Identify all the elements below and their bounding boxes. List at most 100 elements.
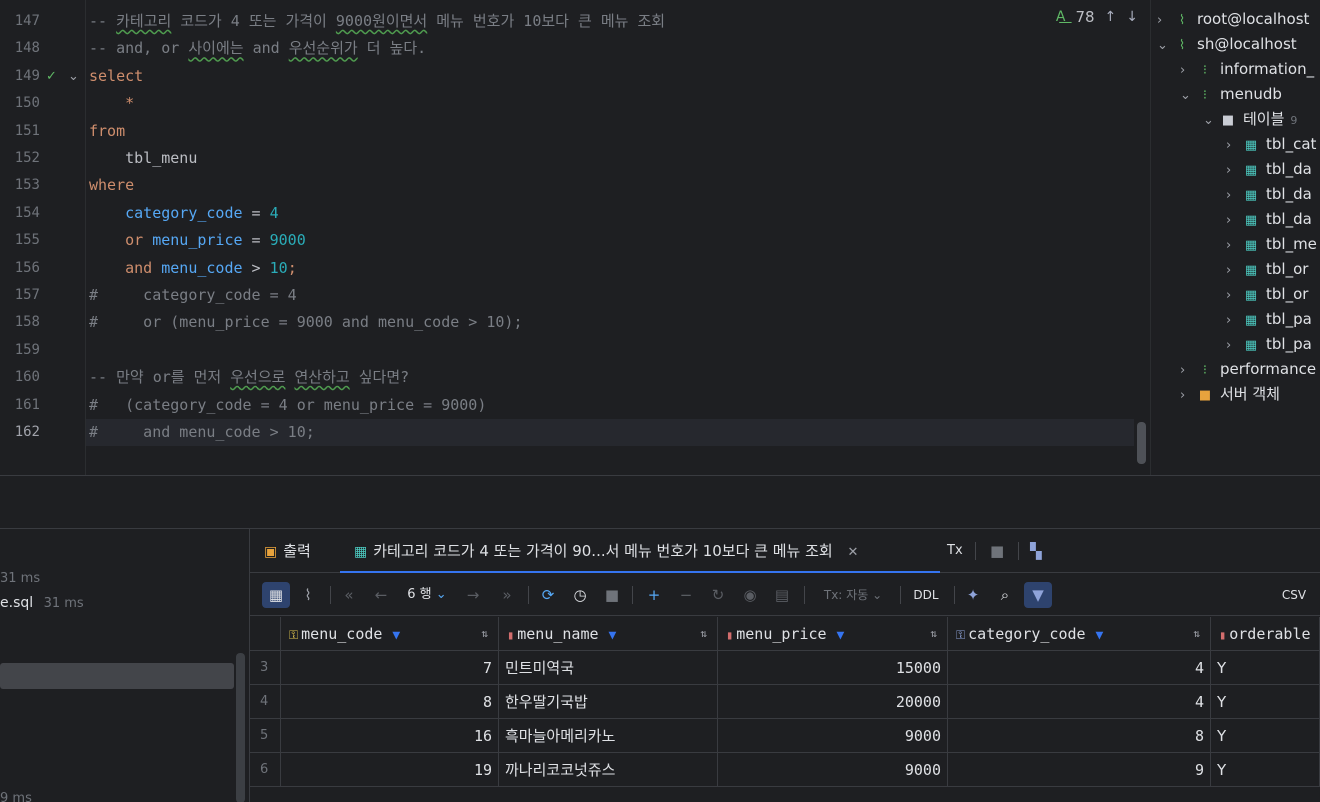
filter-icon[interactable]: ▼ [392, 628, 400, 643]
chevron-down-icon[interactable]: ⌄ [1203, 108, 1217, 133]
code-line[interactable]: select [89, 63, 1134, 90]
tree-node[interactable]: › ▦ tbl_me [1226, 232, 1317, 257]
last-page-icon[interactable]: » [496, 582, 518, 608]
filter-icon[interactable]: ▼ [609, 628, 617, 643]
chevron-right-icon[interactable]: › [1226, 333, 1240, 358]
code-line[interactable] [89, 337, 1134, 364]
submit-icon[interactable]: ▤ [770, 582, 794, 608]
tree-node[interactable]: › ▦ tbl_pa [1226, 307, 1312, 332]
chevron-right-icon[interactable]: › [1226, 158, 1240, 183]
arrow-down-icon[interactable]: ↓ [1126, 9, 1138, 25]
tree-node[interactable]: ⌄ ⌇ sh@localhost [1157, 32, 1297, 57]
cell-menu_code[interactable]: 16 [281, 719, 499, 753]
service-item[interactable]: e.sql 31 ms [0, 592, 84, 614]
tx-mode-selector[interactable]: Tx: 자동 ⌄ [816, 582, 890, 608]
filter-icon[interactable]: ▼ [1096, 628, 1104, 643]
cell-menu_price[interactable]: 15000 [718, 651, 948, 685]
tree-node[interactable]: › ■ 서버 객체 [1180, 382, 1280, 407]
cell-category_code[interactable]: 9 [948, 753, 1211, 787]
preview-icon[interactable]: ◉ [738, 582, 762, 608]
inspection-widget[interactable]: A͟ 78 ↑ ↓ [1056, 8, 1138, 26]
services-scrollbar[interactable] [236, 653, 245, 802]
chevron-right-icon[interactable]: › [1226, 133, 1240, 158]
tab-query-result[interactable]: ▦ 카테고리 코드가 4 또는 가격이 90...서 메뉴 번호가 10보다 큰 … [340, 529, 940, 573]
revert-icon[interactable]: ↻ [706, 582, 730, 608]
code-line[interactable]: -- 카테고리 코드가 4 또는 가격이 9000원이면서 메뉴 번호가 10보… [89, 8, 1134, 35]
chevron-right-icon[interactable]: › [1180, 58, 1194, 83]
table-row[interactable]: 4 8 한우딸기국밥 20000 4 Y [250, 685, 1320, 719]
ddl-button[interactable]: DDL [908, 582, 944, 608]
tree-node[interactable]: › ▦ tbl_da [1226, 157, 1312, 182]
cell-menu_code[interactable]: 7 [281, 651, 499, 685]
cell-menu_price[interactable]: 20000 [718, 685, 948, 719]
code-line[interactable]: # category_code = 4 [89, 282, 1134, 309]
cell-menu_price[interactable]: 9000 [718, 753, 948, 787]
service-item[interactable]: 9 ms [0, 787, 32, 802]
chevron-right-icon[interactable]: › [1157, 8, 1171, 33]
code-line[interactable]: where [89, 172, 1134, 199]
chevron-right-icon[interactable]: › [1226, 308, 1240, 333]
chevron-right-icon[interactable]: › [1226, 183, 1240, 208]
next-page-icon[interactable]: → [462, 582, 484, 608]
table-view-icon[interactable]: ▦ [262, 582, 290, 608]
inspection-icon[interactable]: A͟ [1056, 9, 1066, 25]
tree-node[interactable]: › ▦ tbl_cat [1226, 132, 1316, 157]
cell-category_code[interactable]: 8 [948, 719, 1211, 753]
tree-node[interactable]: › ⌇ root@localhost [1157, 7, 1309, 32]
cell-menu_name[interactable]: 까나리코코넛쥬스 [499, 753, 718, 787]
code-line[interactable]: # (category_code = 4 or menu_price = 900… [89, 392, 1134, 419]
result-grid[interactable]: ⚿ menu_code ▼ ⇅ ▮ menu_name ▼ ⇅ ▮ menu_price ▼ ⇅ ⚿ ca… [250, 617, 1320, 802]
execution-success-icon[interactable]: ✓ [46, 63, 57, 90]
tx-button[interactable]: Tx [947, 529, 963, 573]
table-row[interactable]: 6 19 까나리코코넛쥬스 9000 9 Y [250, 753, 1320, 787]
chevron-right-icon[interactable]: › [1226, 258, 1240, 283]
tree-node[interactable]: › ▦ tbl_da [1226, 207, 1312, 232]
cell-category_code[interactable]: 4 [948, 651, 1211, 685]
tree-node[interactable]: › ▦ tbl_pa [1226, 332, 1312, 357]
chevron-down-icon[interactable]: ⌄ [1180, 83, 1194, 108]
first-page-icon[interactable]: « [338, 582, 360, 608]
code-line[interactable]: or menu_price = 9000 [89, 227, 1134, 254]
code-line[interactable]: category_code = 4 [89, 200, 1134, 227]
code-line[interactable]: and menu_code > 10; [89, 255, 1134, 282]
service-item[interactable]: 31 ms [0, 567, 40, 589]
cell-menu_price[interactable]: 9000 [718, 719, 948, 753]
pin-icon[interactable]: ✦ [962, 582, 984, 608]
chart-view-icon[interactable]: ⌇ [296, 582, 320, 608]
delete-row-icon[interactable]: − [674, 582, 698, 608]
tree-node[interactable]: › ▦ tbl_or [1226, 282, 1308, 307]
code-line[interactable]: # or (menu_price = 9000 and menu_code > … [89, 309, 1134, 336]
code-line[interactable]: # and menu_code > 10; [86, 419, 1134, 446]
arrow-up-icon[interactable]: ↑ [1105, 9, 1117, 25]
column-header-menu_name[interactable]: ▮ menu_name ▼ ⇅ [499, 617, 718, 651]
column-header-menu_code[interactable]: ⚿ menu_code ▼ ⇅ [281, 617, 499, 651]
chevron-down-icon[interactable]: ⌄ [1157, 33, 1171, 58]
sql-editor[interactable]: 147 148 149 150 151 152 153 154 155 156 157 158 159 1… [0, 0, 1148, 475]
tree-node[interactable]: › ⁝ information_ [1180, 57, 1314, 82]
column-header-menu_price[interactable]: ▮ menu_price ▼ ⇅ [718, 617, 948, 651]
code-line[interactable]: tbl_menu [89, 145, 1134, 172]
sort-icon[interactable]: ⇅ [1193, 617, 1200, 650]
history-icon[interactable]: ◷ [568, 582, 592, 608]
cell-orderable[interactable]: Y [1211, 719, 1320, 753]
cell-orderable[interactable]: Y [1211, 753, 1320, 787]
filter-icon[interactable]: ▼ [1024, 582, 1052, 608]
prev-page-icon[interactable]: ← [370, 582, 392, 608]
refresh-icon[interactable]: ⟳ [536, 582, 560, 608]
column-header-orderable[interactable]: ▮ orderable [1211, 617, 1320, 651]
tree-node[interactable]: ⌄ ■ 테이블 9 [1203, 107, 1297, 132]
layout-icon[interactable]: ▚ [1030, 529, 1042, 573]
chevron-right-icon[interactable]: › [1180, 383, 1194, 408]
panel-splitter[interactable] [0, 475, 1320, 528]
chevron-right-icon[interactable]: › [1226, 233, 1240, 258]
stop-icon[interactable]: ■ [990, 529, 1004, 573]
close-icon[interactable]: ✕ [848, 545, 859, 560]
cell-orderable[interactable]: Y [1211, 685, 1320, 719]
tree-node[interactable]: › ▦ tbl_da [1226, 182, 1312, 207]
editor-scrollbar[interactable] [1137, 422, 1146, 464]
code-line[interactable]: -- 만약 or를 먼저 우선으로 연산하고 싶다면? [89, 364, 1134, 391]
cell-orderable[interactable]: Y [1211, 651, 1320, 685]
tab-output[interactable]: ▣ 출력 [264, 529, 311, 573]
sort-icon[interactable]: ⇅ [700, 617, 707, 650]
stop-query-icon[interactable]: ■ [600, 582, 624, 608]
